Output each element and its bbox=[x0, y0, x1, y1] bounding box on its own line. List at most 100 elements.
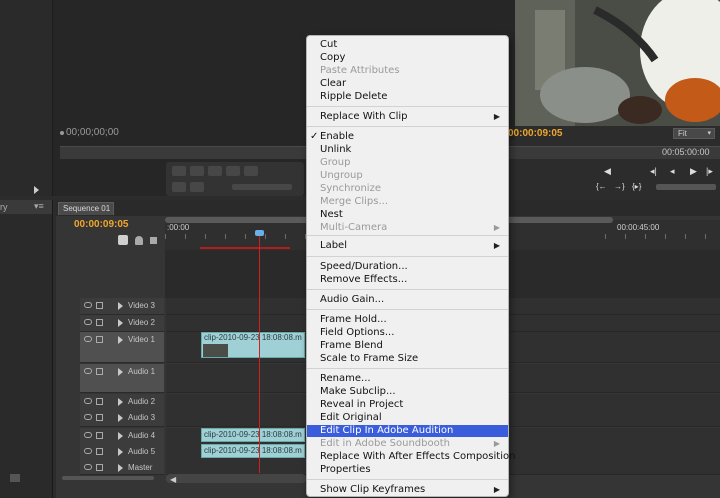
menu-item-frame-blend[interactable]: Frame Blend bbox=[307, 340, 508, 352]
overlay-icon[interactable] bbox=[190, 182, 204, 192]
step-forward-icon[interactable]: |▸ bbox=[706, 166, 713, 177]
menu-item-unlink[interactable]: Unlink bbox=[307, 144, 508, 156]
track-lock-icon[interactable] bbox=[96, 448, 103, 455]
track-visibility-icon[interactable] bbox=[84, 432, 92, 438]
audio4-clip[interactable]: clip-2010-09-23 18:08:08.m bbox=[201, 428, 305, 442]
menu-item-remove-effects[interactable]: Remove Effects... bbox=[307, 274, 508, 286]
scroll-left-icon[interactable]: ◀ bbox=[170, 475, 176, 484]
menu-item-clear[interactable]: Clear bbox=[307, 78, 508, 90]
track-visibility-icon[interactable] bbox=[84, 398, 92, 404]
track-expand-icon[interactable] bbox=[118, 448, 123, 456]
track-visibility-icon[interactable] bbox=[84, 464, 92, 470]
menu-item-scale-to-frame-size[interactable]: Scale to Frame Size bbox=[307, 353, 508, 365]
source-scrubber[interactable] bbox=[60, 146, 308, 159]
video1-clip[interactable]: clip-2010-09-23 18:08:08.m bbox=[201, 332, 305, 358]
zoom-fit-select[interactable]: Fit ▾ bbox=[673, 128, 715, 139]
marker-icon[interactable] bbox=[135, 236, 143, 245]
expand-arrow-icon[interactable] bbox=[34, 186, 39, 194]
tab-sequence-01[interactable]: Sequence 01 bbox=[58, 202, 114, 215]
menu-item-edit-clip-in-adobe-audition[interactable]: Edit Clip In Adobe Audition bbox=[307, 425, 508, 437]
project-tab-fragment[interactable]: ry bbox=[0, 202, 8, 212]
track-visibility-icon[interactable] bbox=[84, 368, 92, 374]
track-expand-icon[interactable] bbox=[118, 414, 123, 422]
playhead-handle[interactable] bbox=[255, 230, 264, 236]
clip-thumbnail bbox=[203, 344, 228, 357]
track-lock-icon[interactable] bbox=[96, 414, 103, 421]
step-back-icon[interactable] bbox=[208, 166, 222, 176]
track-expand-icon[interactable] bbox=[118, 319, 123, 327]
track-visibility-icon[interactable] bbox=[84, 302, 92, 308]
track-expand-icon[interactable] bbox=[118, 464, 123, 472]
track-lock-icon[interactable] bbox=[96, 464, 103, 471]
track-lock-icon[interactable] bbox=[96, 398, 103, 405]
bin-icon[interactable] bbox=[10, 474, 20, 482]
menu-item-reveal-in-project[interactable]: Reveal in Project bbox=[307, 399, 508, 411]
track-lock-icon[interactable] bbox=[96, 319, 103, 326]
panel-menu-icon[interactable]: ▾≡ bbox=[34, 201, 44, 212]
keyframe-icon[interactable] bbox=[150, 237, 157, 244]
track-lock-icon[interactable] bbox=[96, 336, 103, 343]
menu-item-nest[interactable]: Nest bbox=[307, 209, 508, 221]
menu-item-replace-with-after-effects-composition[interactable]: Replace With After Effects Composition bbox=[307, 451, 515, 463]
track-lock-icon[interactable] bbox=[96, 432, 103, 439]
menu-item-field-options[interactable]: Field Options... bbox=[307, 327, 508, 339]
menu-item-cut[interactable]: Cut bbox=[307, 39, 508, 51]
track-header[interactable]: Video 3 bbox=[80, 298, 164, 315]
track-header[interactable]: Video 2 bbox=[80, 315, 164, 332]
insert-icon[interactable] bbox=[172, 182, 186, 192]
menu-item-ripple-delete[interactable]: Ripple Delete bbox=[307, 91, 508, 103]
jog-shuttle[interactable] bbox=[232, 184, 292, 190]
step-forward-icon[interactable] bbox=[244, 166, 258, 176]
step-back-frame-icon[interactable]: ◂ bbox=[670, 166, 675, 177]
track-visibility-icon[interactable] bbox=[84, 336, 92, 342]
menu-item-enable[interactable]: ✓ Enable bbox=[307, 131, 508, 143]
source-timecode[interactable]: 00;00;00;00 bbox=[66, 127, 119, 138]
track-lock-icon[interactable] bbox=[96, 302, 103, 309]
go-in-icon[interactable]: {← bbox=[596, 182, 607, 191]
track-header[interactable]: Master bbox=[80, 460, 164, 475]
menu-item-label[interactable]: Label ▶ bbox=[307, 240, 508, 252]
menu-item-copy[interactable]: Copy bbox=[307, 52, 508, 64]
snap-icon[interactable] bbox=[118, 235, 128, 245]
menu-item-properties[interactable]: Properties bbox=[307, 464, 508, 476]
track-expand-icon[interactable] bbox=[118, 302, 123, 310]
menu-item-frame-hold[interactable]: Frame Hold... bbox=[307, 314, 508, 326]
track-header[interactable]: Audio 4 bbox=[80, 428, 164, 445]
go-out-icon[interactable]: →} bbox=[614, 182, 625, 191]
track-header[interactable]: Audio 2 bbox=[80, 394, 164, 411]
track-expand-icon[interactable] bbox=[118, 336, 123, 344]
track-visibility-icon[interactable] bbox=[84, 319, 92, 325]
zoom-slider[interactable] bbox=[62, 476, 154, 480]
track-expand-icon[interactable] bbox=[118, 432, 123, 440]
track-header[interactable]: Audio 3 bbox=[80, 410, 164, 427]
mark-out-icon[interactable]: ◀ bbox=[604, 166, 611, 177]
play-icon[interactable]: ▶ bbox=[690, 166, 697, 177]
track-lock-icon[interactable] bbox=[96, 368, 103, 375]
menu-item-rename[interactable]: Rename... bbox=[307, 373, 508, 385]
step-back-icon[interactable]: ◂| bbox=[650, 166, 657, 177]
track-visibility-icon[interactable] bbox=[84, 414, 92, 420]
program-timecode[interactable]: 00:00:09:05 bbox=[508, 128, 562, 139]
mark-out-icon[interactable] bbox=[190, 166, 204, 176]
menu-item-replace-with-clip[interactable]: Replace With Clip ▶ bbox=[307, 111, 508, 123]
track-header[interactable]: Audio 5 bbox=[80, 444, 164, 461]
menu-item-audio-gain[interactable]: Audio Gain... bbox=[307, 294, 508, 306]
track-visibility-icon[interactable] bbox=[84, 448, 92, 454]
play-icon[interactable] bbox=[226, 166, 240, 176]
menu-item-edit-original[interactable]: Edit Original bbox=[307, 412, 508, 424]
menu-item-show-clip-keyframes[interactable]: Show Clip Keyframes ▶ bbox=[307, 484, 508, 496]
track-header[interactable]: Audio 1 bbox=[80, 364, 164, 393]
track-expand-icon[interactable] bbox=[118, 398, 123, 406]
timeline-scrollbar[interactable] bbox=[166, 474, 306, 483]
sequence-timecode[interactable]: 00:00:09:05 bbox=[74, 219, 128, 230]
track-header[interactable]: Video 1 bbox=[80, 332, 164, 363]
menu-item-speed-duration[interactable]: Speed/Duration... bbox=[307, 261, 508, 273]
audio5-clip[interactable]: clip-2010-09-23 18:08:08.m bbox=[201, 444, 305, 458]
track-expand-icon[interactable] bbox=[118, 368, 123, 376]
playhead-line[interactable] bbox=[259, 233, 260, 473]
play-in-out-icon[interactable]: {▸} bbox=[632, 182, 641, 191]
jog-shuttle[interactable] bbox=[656, 184, 716, 190]
program-video-frame bbox=[515, 0, 720, 126]
mark-in-icon[interactable] bbox=[172, 166, 186, 176]
menu-item-make-subclip[interactable]: Make Subclip... bbox=[307, 386, 508, 398]
